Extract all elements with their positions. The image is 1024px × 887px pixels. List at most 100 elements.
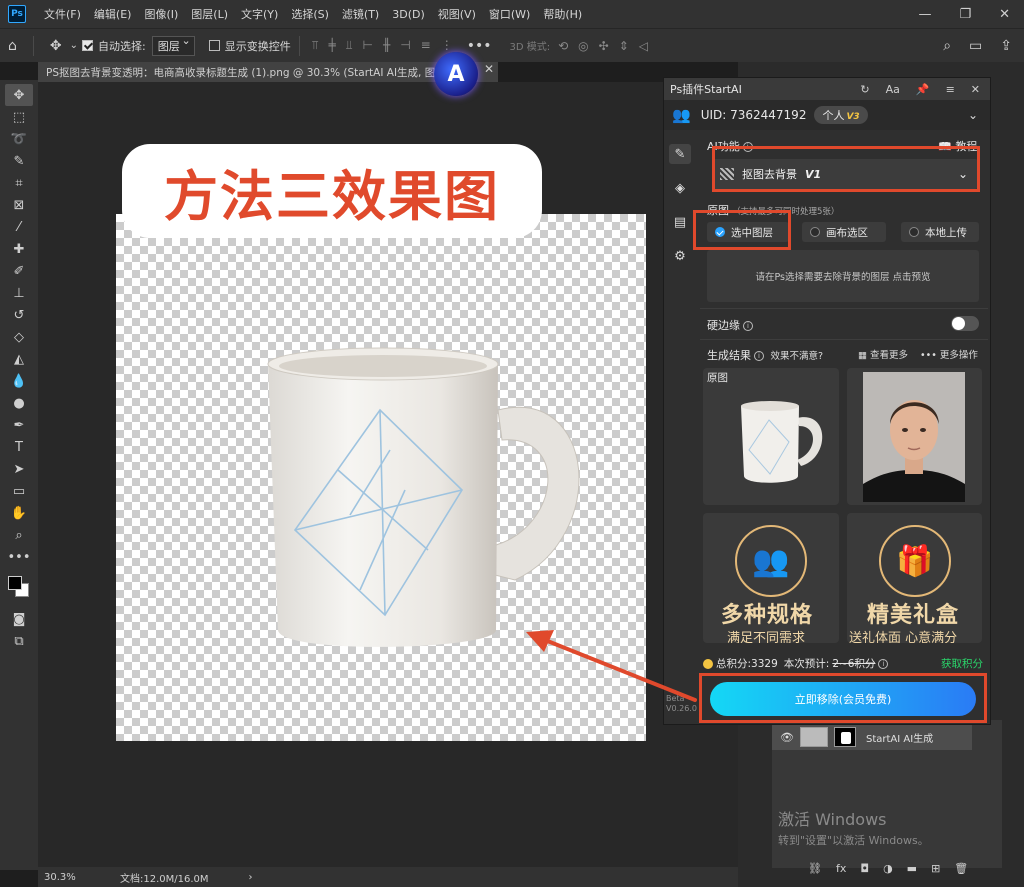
hard-edge-toggle[interactable] xyxy=(951,316,979,331)
pin-icon[interactable]: 📌 xyxy=(916,83,930,96)
brush-tool-icon[interactable]: ✐ xyxy=(5,260,33,282)
maximize-button[interactable]: ❐ xyxy=(959,7,971,22)
menu-edit[interactable]: 编辑(E) xyxy=(94,6,132,22)
search-icon[interactable]: ⌕ xyxy=(943,38,951,54)
type-tool-icon[interactable]: T xyxy=(5,436,33,458)
document-tab[interactable]: PS抠图去背景变透明：电商高收录标题生成 (1).png @ 30.3% (St… xyxy=(38,62,498,82)
crop-tool-icon[interactable]: ⌗ xyxy=(5,172,33,194)
color-swatches[interactable] xyxy=(5,574,33,602)
menu-type[interactable]: 文字(Y) xyxy=(241,6,278,22)
hand-tool-icon[interactable]: ✋ xyxy=(5,502,33,524)
get-points-link[interactable]: 获取积分 xyxy=(941,656,983,671)
align-left-icon[interactable]: ⊢ xyxy=(363,38,373,53)
close-window-button[interactable]: ✕ xyxy=(999,7,1010,22)
show-transform-checkbox[interactable] xyxy=(208,40,220,51)
screen-mode-icon[interactable]: ⧉ xyxy=(5,630,33,652)
move-tool-icon[interactable]: ✥ xyxy=(5,84,33,106)
orbit-3d-icon[interactable]: ⟲ xyxy=(558,39,568,53)
menu-view[interactable]: 视图(V) xyxy=(438,6,476,22)
promo-card-specs[interactable]: 👥 多种规格 满足不同需求 xyxy=(703,513,839,643)
menu-file[interactable]: 文件(F) xyxy=(44,6,81,22)
fx-icon[interactable]: fx xyxy=(836,862,846,875)
quick-select-tool-icon[interactable]: ✎ xyxy=(5,150,33,172)
menu-layer[interactable]: 图层(L) xyxy=(191,6,228,22)
blur-tool-icon[interactable]: 💧 xyxy=(5,370,33,392)
pan-3d-icon[interactable]: ✣ xyxy=(599,39,609,53)
lasso-tool-icon[interactable]: ➰ xyxy=(5,128,33,150)
roll-3d-icon[interactable]: ◎ xyxy=(578,39,588,53)
menu-select[interactable]: 选择(S) xyxy=(291,6,329,22)
auto-select-checkbox[interactable] xyxy=(82,40,94,51)
distribute-icon[interactable]: ⋮ xyxy=(441,38,453,53)
unsatisfied-link[interactable]: 效果不满意? xyxy=(771,351,824,362)
zoom-level[interactable]: 30.3% xyxy=(44,872,104,883)
info-icon[interactable]: i xyxy=(878,658,889,669)
dodge-tool-icon[interactable]: ● xyxy=(5,392,33,414)
new-layer-icon[interactable]: ⊞ xyxy=(931,862,940,875)
history-brush-tool-icon[interactable]: ↺ xyxy=(5,304,33,326)
refresh-icon[interactable]: ↻ xyxy=(860,83,869,96)
font-size-icon[interactable]: Aa xyxy=(886,83,900,96)
see-more-link[interactable]: ▦ 查看更多 xyxy=(858,347,908,361)
zoom-tool-icon[interactable]: ⌕ xyxy=(5,524,33,546)
auto-select-dropdown[interactable]: 图层 xyxy=(151,34,195,56)
share-icon[interactable]: ⇪ xyxy=(1000,38,1012,54)
menu-window[interactable]: 窗口(W) xyxy=(489,6,530,22)
workspace-icon[interactable]: ▭ xyxy=(969,38,982,54)
chevron-right-icon[interactable]: › xyxy=(249,872,253,883)
source-preview-box[interactable]: 请在Ps选择需要去除背景的图层 点击预览 xyxy=(707,250,979,302)
delete-layer-icon[interactable]: 🗑 xyxy=(954,862,968,875)
add-mask-icon[interactable]: ◘ xyxy=(860,862,869,875)
eraser-tool-icon[interactable]: ◇ xyxy=(5,326,33,348)
slide-3d-icon[interactable]: ⇕ xyxy=(619,39,629,53)
align-top-icon[interactable]: ⫪ xyxy=(312,38,319,53)
layers-stack-icon[interactable]: ◈ xyxy=(669,178,691,198)
new-group-icon[interactable]: ▬ xyxy=(907,862,917,875)
healing-tool-icon[interactable]: ✚ xyxy=(5,238,33,260)
frame-tool-icon[interactable]: ⊠ xyxy=(5,194,33,216)
menu-image[interactable]: 图像(I) xyxy=(144,6,178,22)
more-tools-icon[interactable]: ••• xyxy=(5,546,33,568)
info-icon[interactable]: i xyxy=(754,351,764,361)
more-options-icon[interactable]: ••• xyxy=(467,38,492,54)
edit-pen-icon[interactable]: ✎ xyxy=(669,144,691,164)
stamp-tool-icon[interactable]: ⊥ xyxy=(5,282,33,304)
link-layers-icon[interactable]: ⛓ xyxy=(808,862,822,875)
eyedropper-tool-icon[interactable]: ⁄ xyxy=(5,216,33,238)
close-icon[interactable]: ✕ xyxy=(971,83,980,96)
pen-tool-icon[interactable]: ✒ xyxy=(5,414,33,436)
info-icon[interactable]: i xyxy=(743,321,753,331)
path-select-tool-icon[interactable]: ➤ xyxy=(5,458,33,480)
distribute-top-icon[interactable]: ≡ xyxy=(421,38,431,53)
align-hcenter-icon[interactable]: ╫ xyxy=(383,38,390,53)
marquee-tool-icon[interactable]: ⬚ xyxy=(5,106,33,128)
menu-icon[interactable]: ≡ xyxy=(946,83,955,96)
align-vcenter-icon[interactable]: ╪ xyxy=(329,38,336,53)
more-actions-link[interactable]: ••• 更多操作 xyxy=(920,347,978,361)
promo-card-gift[interactable]: 🎁 精美礼盒 送礼体面 心意满分 xyxy=(847,513,982,643)
preview-link[interactable]: 点击预览 xyxy=(893,269,931,283)
close-tab-icon[interactable]: ✕ xyxy=(484,62,494,76)
menu-3d[interactable]: 3D(D) xyxy=(392,8,425,21)
foreground-color-swatch[interactable] xyxy=(8,576,22,590)
scale-3d-icon[interactable]: ◁ xyxy=(639,39,648,53)
chevron-down-icon[interactable]: ⌄ xyxy=(70,40,78,51)
quick-mask-icon[interactable]: ◙ xyxy=(5,608,33,630)
align-right-icon[interactable]: ⊣ xyxy=(400,38,410,53)
menu-help[interactable]: 帮助(H) xyxy=(543,6,582,22)
visibility-eye-icon[interactable]: 👁 xyxy=(780,731,794,744)
layer-row[interactable]: 👁 StartAI AI生成 xyxy=(772,724,972,750)
adjustment-layer-icon[interactable]: ◑ xyxy=(883,862,893,875)
move-tool-icon[interactable]: ✥ xyxy=(50,38,62,54)
home-icon[interactable]: ⌂ xyxy=(8,38,17,54)
align-bottom-icon[interactable]: ⫫ xyxy=(346,38,353,53)
plan-badge[interactable]: 个人 V3 xyxy=(814,106,868,124)
minimize-button[interactable]: — xyxy=(918,7,931,22)
rectangle-tool-icon[interactable]: ▭ xyxy=(5,480,33,502)
result-card-original[interactable]: 原图 xyxy=(703,368,839,505)
menu-filter[interactable]: 滤镜(T) xyxy=(342,6,379,22)
save-icon[interactable]: ▤ xyxy=(669,212,691,232)
chevron-down-icon[interactable]: ⌄ xyxy=(968,108,978,122)
settings-gear-icon[interactable]: ⚙ xyxy=(669,246,691,266)
source-canvas-selection-option[interactable]: 画布选区 xyxy=(802,222,886,242)
